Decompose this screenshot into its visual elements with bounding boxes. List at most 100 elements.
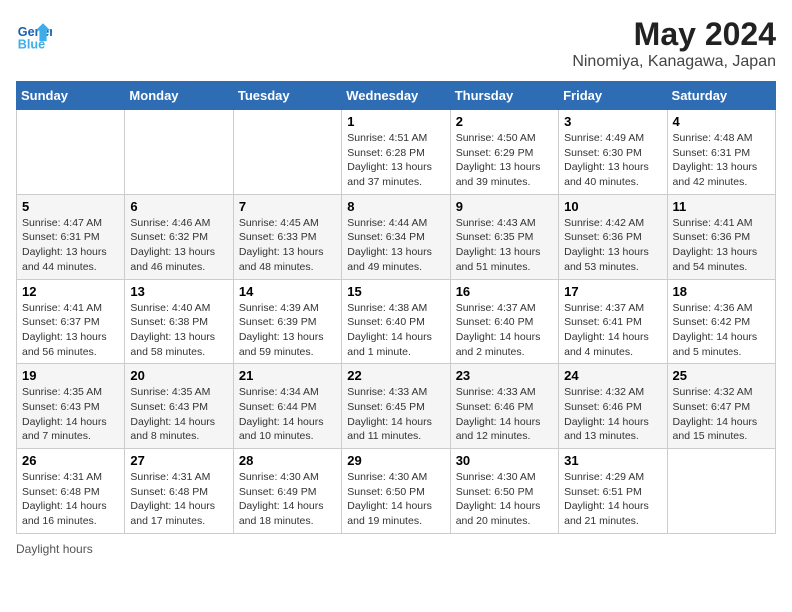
footer-note: Daylight hours — [16, 542, 776, 556]
day-info: Sunrise: 4:43 AM Sunset: 6:35 PM Dayligh… — [456, 216, 553, 275]
calendar-header-row: SundayMondayTuesdayWednesdayThursdayFrid… — [17, 82, 776, 110]
day-info: Sunrise: 4:34 AM Sunset: 6:44 PM Dayligh… — [239, 385, 336, 444]
calendar-cell: 6 Sunrise: 4:46 AM Sunset: 6:32 PM Daylig… — [125, 194, 233, 279]
day-number: 9 — [456, 199, 553, 214]
day-info: Sunrise: 4:48 AM Sunset: 6:31 PM Dayligh… — [673, 131, 770, 190]
calendar-cell — [233, 110, 341, 195]
day-number: 2 — [456, 114, 553, 129]
page-subtitle: Ninomiya, Kanagawa, Japan — [572, 53, 776, 71]
calendar-table: SundayMondayTuesdayWednesdayThursdayFrid… — [16, 81, 776, 534]
day-info: Sunrise: 4:30 AM Sunset: 6:50 PM Dayligh… — [347, 470, 444, 529]
calendar-cell: 12 Sunrise: 4:41 AM Sunset: 6:37 PM Dayli… — [17, 279, 125, 364]
calendar-cell: 10Sunrise: 4:42 AM Sunset: 6:36 PM Dayli… — [559, 194, 667, 279]
calendar-cell: 31Sunrise: 4:29 AM Sunset: 6:51 PM Dayli… — [559, 449, 667, 534]
calendar-cell: 29 Sunrise: 4:30 AM Sunset: 6:50 PM Dayli… — [342, 449, 450, 534]
calendar-cell: 21 Sunrise: 4:34 AM Sunset: 6:44 PM Dayli… — [233, 364, 341, 449]
calendar-cell: 4 Sunrise: 4:48 AM Sunset: 6:31 PM Daylig… — [667, 110, 775, 195]
daylight-label: Daylight hours — [16, 542, 93, 556]
column-header-sunday: Sunday — [17, 82, 125, 110]
day-info: Sunrise: 4:32 AM Sunset: 6:46 PM Dayligh… — [564, 385, 661, 444]
column-header-wednesday: Wednesday — [342, 82, 450, 110]
calendar-cell: 16 Sunrise: 4:37 AM Sunset: 6:40 PM Dayli… — [450, 279, 558, 364]
calendar-week-row: 12 Sunrise: 4:41 AM Sunset: 6:37 PM Dayli… — [17, 279, 776, 364]
calendar-cell: 26 Sunrise: 4:31 AM Sunset: 6:48 PM Dayli… — [17, 449, 125, 534]
calendar-cell — [17, 110, 125, 195]
day-number: 25 — [673, 368, 770, 383]
day-info: Sunrise: 4:41 AM Sunset: 6:36 PM Dayligh… — [673, 216, 770, 275]
day-info: Sunrise: 4:31 AM Sunset: 6:48 PM Dayligh… — [22, 470, 119, 529]
day-number: 30 — [456, 453, 553, 468]
day-info: Sunrise: 4:49 AM Sunset: 6:30 PM Dayligh… — [564, 131, 661, 190]
calendar-week-row: 19Sunrise: 4:35 AM Sunset: 6:43 PM Dayli… — [17, 364, 776, 449]
day-number: 7 — [239, 199, 336, 214]
day-number: 8 — [347, 199, 444, 214]
day-number: 18 — [673, 284, 770, 299]
day-info: Sunrise: 4:30 AM Sunset: 6:50 PM Dayligh… — [456, 470, 553, 529]
day-info: Sunrise: 4:35 AM Sunset: 6:43 PM Dayligh… — [22, 385, 119, 444]
day-number: 4 — [673, 114, 770, 129]
day-info: Sunrise: 4:33 AM Sunset: 6:46 PM Dayligh… — [456, 385, 553, 444]
day-info: Sunrise: 4:46 AM Sunset: 6:32 PM Dayligh… — [130, 216, 227, 275]
column-header-monday: Monday — [125, 82, 233, 110]
calendar-cell: 19Sunrise: 4:35 AM Sunset: 6:43 PM Dayli… — [17, 364, 125, 449]
calendar-cell: 1 Sunrise: 4:51 AM Sunset: 6:28 PM Daylig… — [342, 110, 450, 195]
column-header-saturday: Saturday — [667, 82, 775, 110]
day-number: 26 — [22, 453, 119, 468]
calendar-cell: 22Sunrise: 4:33 AM Sunset: 6:45 PM Dayli… — [342, 364, 450, 449]
calendar-cell: 13 Sunrise: 4:40 AM Sunset: 6:38 PM Dayli… — [125, 279, 233, 364]
calendar-cell: 25Sunrise: 4:32 AM Sunset: 6:47 PM Dayli… — [667, 364, 775, 449]
day-info: Sunrise: 4:51 AM Sunset: 6:28 PM Dayligh… — [347, 131, 444, 190]
day-info: Sunrise: 4:31 AM Sunset: 6:48 PM Dayligh… — [130, 470, 227, 529]
calendar-cell: 9 Sunrise: 4:43 AM Sunset: 6:35 PM Daylig… — [450, 194, 558, 279]
day-number: 14 — [239, 284, 336, 299]
day-info: Sunrise: 4:44 AM Sunset: 6:34 PM Dayligh… — [347, 216, 444, 275]
calendar-cell: 8 Sunrise: 4:44 AM Sunset: 6:34 PM Daylig… — [342, 194, 450, 279]
day-info: Sunrise: 4:41 AM Sunset: 6:37 PM Dayligh… — [22, 301, 119, 360]
calendar-cell: 23Sunrise: 4:33 AM Sunset: 6:46 PM Dayli… — [450, 364, 558, 449]
logo-icon: General Blue — [16, 16, 52, 52]
day-number: 29 — [347, 453, 444, 468]
day-info: Sunrise: 4:40 AM Sunset: 6:38 PM Dayligh… — [130, 301, 227, 360]
calendar-cell — [125, 110, 233, 195]
calendar-cell: 2 Sunrise: 4:50 AM Sunset: 6:29 PM Daylig… — [450, 110, 558, 195]
column-header-tuesday: Tuesday — [233, 82, 341, 110]
calendar-week-row: 1 Sunrise: 4:51 AM Sunset: 6:28 PM Daylig… — [17, 110, 776, 195]
day-info: Sunrise: 4:36 AM Sunset: 6:42 PM Dayligh… — [673, 301, 770, 360]
day-number: 12 — [22, 284, 119, 299]
day-number: 20 — [130, 368, 227, 383]
day-info: Sunrise: 4:39 AM Sunset: 6:39 PM Dayligh… — [239, 301, 336, 360]
day-number: 16 — [456, 284, 553, 299]
day-number: 6 — [130, 199, 227, 214]
calendar-cell: 24Sunrise: 4:32 AM Sunset: 6:46 PM Dayli… — [559, 364, 667, 449]
calendar-week-row: 26 Sunrise: 4:31 AM Sunset: 6:48 PM Dayli… — [17, 449, 776, 534]
day-number: 21 — [239, 368, 336, 383]
day-info: Sunrise: 4:47 AM Sunset: 6:31 PM Dayligh… — [22, 216, 119, 275]
calendar-cell: 15 Sunrise: 4:38 AM Sunset: 6:40 PM Dayli… — [342, 279, 450, 364]
day-info: Sunrise: 4:37 AM Sunset: 6:41 PM Dayligh… — [564, 301, 661, 360]
calendar-cell — [667, 449, 775, 534]
calendar-cell: 20 Sunrise: 4:35 AM Sunset: 6:43 PM Dayli… — [125, 364, 233, 449]
day-number: 28 — [239, 453, 336, 468]
day-info: Sunrise: 4:50 AM Sunset: 6:29 PM Dayligh… — [456, 131, 553, 190]
calendar-cell: 7 Sunrise: 4:45 AM Sunset: 6:33 PM Daylig… — [233, 194, 341, 279]
calendar-cell: 3Sunrise: 4:49 AM Sunset: 6:30 PM Daylig… — [559, 110, 667, 195]
day-info: Sunrise: 4:33 AM Sunset: 6:45 PM Dayligh… — [347, 385, 444, 444]
column-header-thursday: Thursday — [450, 82, 558, 110]
day-info: Sunrise: 4:45 AM Sunset: 6:33 PM Dayligh… — [239, 216, 336, 275]
day-info: Sunrise: 4:38 AM Sunset: 6:40 PM Dayligh… — [347, 301, 444, 360]
day-info: Sunrise: 4:35 AM Sunset: 6:43 PM Dayligh… — [130, 385, 227, 444]
calendar-cell: 14 Sunrise: 4:39 AM Sunset: 6:39 PM Dayli… — [233, 279, 341, 364]
calendar-cell: 27 Sunrise: 4:31 AM Sunset: 6:48 PM Dayli… — [125, 449, 233, 534]
logo: General Blue — [16, 16, 56, 52]
page-title: May 2024 — [572, 16, 776, 53]
calendar-cell: 5 Sunrise: 4:47 AM Sunset: 6:31 PM Daylig… — [17, 194, 125, 279]
day-number: 13 — [130, 284, 227, 299]
day-number: 27 — [130, 453, 227, 468]
day-info: Sunrise: 4:29 AM Sunset: 6:51 PM Dayligh… — [564, 470, 661, 529]
day-info: Sunrise: 4:37 AM Sunset: 6:40 PM Dayligh… — [456, 301, 553, 360]
day-number: 5 — [22, 199, 119, 214]
day-number: 11 — [673, 199, 770, 214]
day-number: 1 — [347, 114, 444, 129]
calendar-cell: 18 Sunrise: 4:36 AM Sunset: 6:42 PM Dayli… — [667, 279, 775, 364]
day-number: 15 — [347, 284, 444, 299]
